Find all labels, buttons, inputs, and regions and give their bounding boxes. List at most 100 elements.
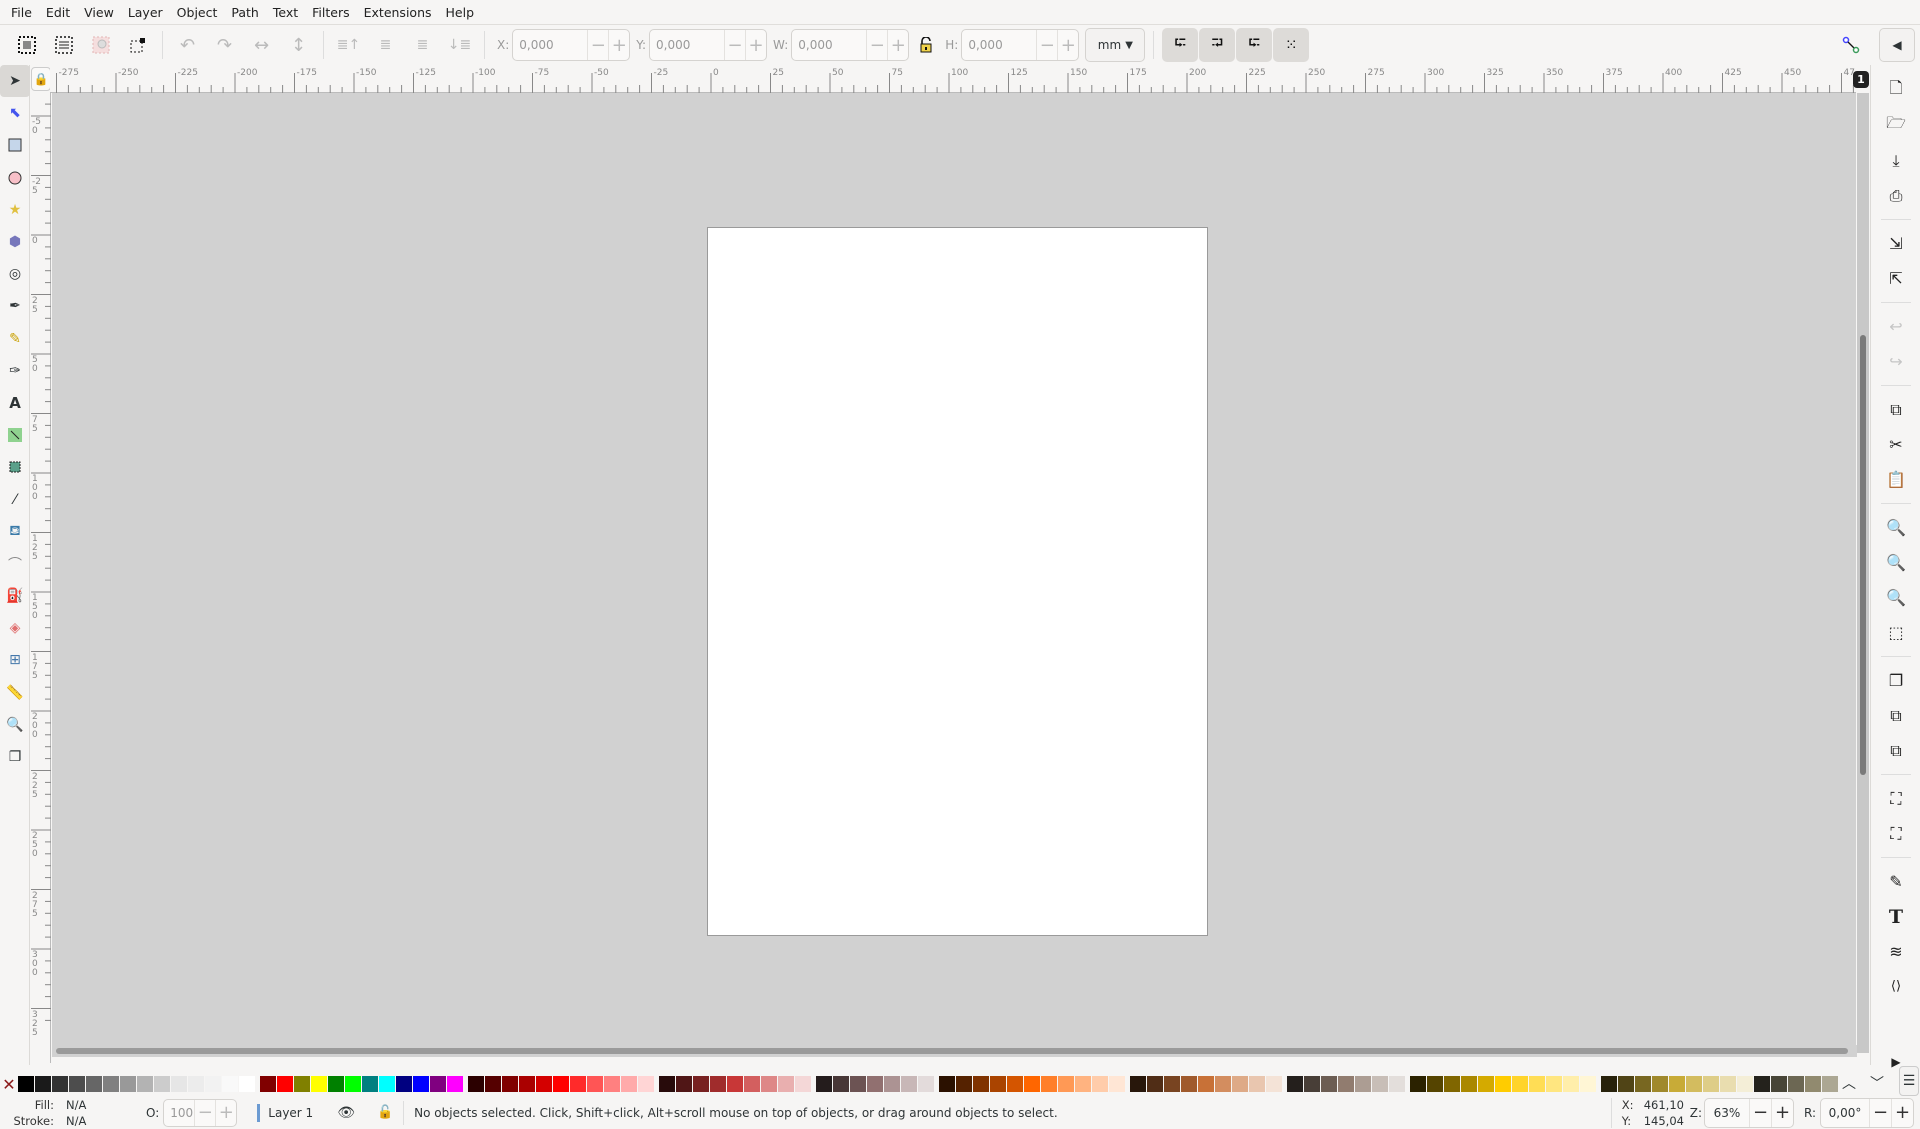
vertical-scrollbar-thumb[interactable] [1860,335,1866,775]
color-swatch[interactable] [1304,1076,1320,1092]
lower-button[interactable]: ≣ [404,28,441,62]
color-swatch[interactable] [205,1076,221,1092]
color-swatch[interactable] [260,1076,276,1092]
new-document-button[interactable]: 🗋 [1871,73,1920,108]
color-swatch[interactable] [1686,1076,1702,1092]
color-swatch[interactable] [1287,1076,1303,1092]
rotate-decrement[interactable]: − [1869,1098,1891,1127]
color-swatch[interactable] [1580,1076,1596,1092]
zoom-page-button[interactable]: 🔍 [1871,580,1920,615]
copy-button[interactable]: ⧉ [1871,392,1920,427]
tool-star[interactable]: ★ [0,194,30,226]
color-swatch[interactable] [1754,1076,1770,1092]
duplicate-button[interactable]: ❐ [1871,663,1920,698]
x-field[interactable]: 0,000 − + [512,29,631,61]
color-swatch[interactable] [1041,1076,1057,1092]
color-swatch[interactable] [956,1076,972,1092]
tool-node[interactable]: ⬉ [0,97,30,129]
color-swatch[interactable] [1478,1076,1494,1092]
current-layer[interactable]: Layer 1 [268,1106,313,1120]
flip-vertical-button[interactable]: ↕ [280,28,317,62]
rotate-increment[interactable]: + [1891,1098,1913,1127]
color-swatch[interactable] [137,1076,153,1092]
palette-scroll-down-icon[interactable]: ﹀ [1870,1073,1884,1093]
menu-file[interactable]: File [4,5,39,20]
color-swatch[interactable] [604,1076,620,1092]
color-swatch[interactable] [1147,1076,1163,1092]
rotate-ccw-button[interactable]: ↶ [169,28,206,62]
tool-selector[interactable]: ➤ [0,65,30,98]
opacity-field[interactable]: 100 − + [163,1098,238,1127]
color-swatch[interactable] [1618,1076,1634,1092]
color-swatch[interactable] [778,1076,794,1092]
color-swatch[interactable] [18,1076,34,1092]
scale-stroke-toggle[interactable]: ⮓ [1162,28,1199,62]
color-swatch[interactable] [1495,1076,1511,1092]
color-swatch[interactable] [502,1076,518,1092]
tool-mesh[interactable] [0,451,30,483]
tool-paint-bucket[interactable]: ⛾ [0,516,30,548]
w-decrement[interactable]: − [866,30,887,60]
tool-zoom[interactable]: 🔍 [0,709,30,741]
color-swatch[interactable] [447,1076,463,1092]
tool-pencil[interactable]: ✎ [0,323,30,355]
color-swatch[interactable] [1737,1076,1753,1092]
tool-connector[interactable]: ⊞ [0,644,30,676]
text-font-button[interactable]: T [1871,899,1920,934]
color-swatch[interactable] [35,1076,51,1092]
menu-view[interactable]: View [77,5,121,20]
ungroup-button[interactable]: ⛶ [1871,816,1920,851]
color-swatch[interactable] [1075,1076,1091,1092]
undo-button[interactable]: ↩ [1871,309,1920,344]
color-swatch[interactable] [659,1076,675,1092]
tool-spray[interactable]: ⛽ [0,580,30,612]
menu-path[interactable]: Path [224,5,265,20]
color-swatch[interactable] [171,1076,187,1092]
palette-scroll-up-icon[interactable]: ︿ [1842,1073,1856,1093]
flip-horizontal-button[interactable]: ↔ [243,28,280,62]
zoom-out-button[interactable]: − [1748,1098,1771,1127]
snap-toggle[interactable] [1832,28,1869,62]
color-swatch[interactable] [328,1076,344,1092]
color-swatch[interactable] [1266,1076,1282,1092]
zoom-page-width-button[interactable]: ⬚ [1871,615,1920,650]
raise-to-top-button[interactable]: ≣↑ [330,28,367,62]
color-swatch[interactable] [1249,1076,1265,1092]
rotate-cw-button[interactable]: ↷ [206,28,243,62]
w-field[interactable]: 0,000 − + [791,29,910,61]
raise-button[interactable]: ≣ [367,28,404,62]
h-increment[interactable]: + [1057,30,1078,60]
w-input[interactable]: 0,000 [792,38,866,52]
color-swatch[interactable] [1232,1076,1248,1092]
w-increment[interactable]: + [887,30,908,60]
color-swatch[interactable] [1024,1076,1040,1092]
vertical-scrollbar[interactable] [1857,93,1869,1053]
color-swatch[interactable] [485,1076,501,1092]
color-swatch[interactable] [362,1076,378,1092]
print-button[interactable]: ⎙ [1871,178,1920,213]
color-swatch[interactable] [1805,1076,1821,1092]
clone-button[interactable]: ⧉ [1871,698,1920,733]
color-swatch[interactable] [1338,1076,1354,1092]
zoom-field[interactable]: 63% − + [1703,1097,1794,1128]
rotate-input[interactable]: 0,00° [1821,1106,1869,1120]
color-swatch[interactable] [990,1076,1006,1092]
y-decrement[interactable]: − [724,30,745,60]
color-swatch[interactable] [396,1076,412,1092]
color-swatch[interactable] [727,1076,743,1092]
opacity-decrement[interactable]: − [194,1099,215,1126]
tool-text[interactable]: A [0,387,30,419]
color-swatch[interactable] [120,1076,136,1092]
horizontal-scrollbar[interactable] [52,1045,1857,1057]
guide-lock-button[interactable]: 🔒 [31,67,51,91]
tool-tweak[interactable]: ⌒ [0,548,30,580]
y-increment[interactable]: + [745,30,766,60]
color-swatch[interactable] [833,1076,849,1092]
color-swatch[interactable] [1092,1076,1108,1092]
tool-pages[interactable]: ❐ [0,741,30,773]
cut-button[interactable]: ✂ [1871,427,1920,462]
color-swatch[interactable] [1788,1076,1804,1092]
color-swatch[interactable] [413,1076,429,1092]
color-swatch[interactable] [1427,1076,1443,1092]
color-swatch[interactable] [795,1076,811,1092]
